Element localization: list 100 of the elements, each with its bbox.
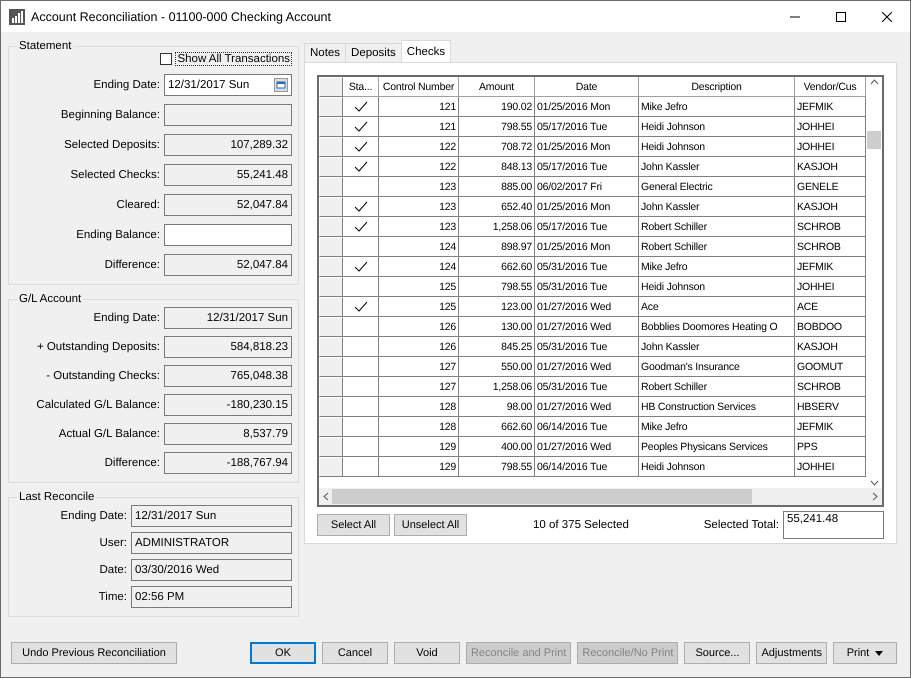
row-header[interactable] <box>319 437 343 457</box>
scroll-left-icon[interactable] <box>323 492 329 502</box>
undo-button[interactable]: Undo Previous Reconciliation <box>11 642 177 664</box>
column-header[interactable]: Description <box>639 77 795 97</box>
status-cell[interactable] <box>343 337 379 357</box>
dialog-button[interactable]: Print <box>833 642 897 664</box>
column-header[interactable]: Amount <box>459 77 535 97</box>
status-cell[interactable] <box>343 137 379 157</box>
status-cell[interactable] <box>343 157 379 177</box>
row-header[interactable] <box>319 457 343 477</box>
row-header[interactable] <box>319 97 343 117</box>
table-cell: John Kassler <box>639 157 795 177</box>
status-cell[interactable] <box>343 97 379 117</box>
table-cell: Mike Jefro <box>639 417 795 437</box>
scroll-right-icon[interactable] <box>872 492 878 502</box>
checkmark-icon <box>354 200 368 212</box>
input-field[interactable] <box>164 224 292 246</box>
row-header[interactable] <box>319 357 343 377</box>
row-header[interactable] <box>319 377 343 397</box>
calendar-icon[interactable] <box>274 78 288 92</box>
maximize-icon[interactable] <box>836 12 846 22</box>
checkbox-label[interactable]: Show All Transactions <box>175 52 292 66</box>
row-header[interactable] <box>319 217 343 237</box>
field-label: Actual G/L Balance: <box>58 428 160 440</box>
table-cell: 05/31/2016 Tue <box>535 277 639 297</box>
tab[interactable]: Checks <box>400 40 452 62</box>
status-cell[interactable] <box>343 197 379 217</box>
row-header[interactable] <box>319 157 343 177</box>
dialog-button[interactable]: OK <box>250 642 316 664</box>
status-cell[interactable] <box>343 217 379 237</box>
status-cell[interactable] <box>343 397 379 417</box>
value-field: 765,048.38 <box>164 365 292 387</box>
status-cell[interactable] <box>343 237 379 257</box>
row-header[interactable] <box>319 417 343 437</box>
column-header[interactable]: Control Number <box>379 77 459 97</box>
table-cell: 122 <box>379 137 459 157</box>
dialog-button[interactable]: Cancel <box>322 642 388 664</box>
value-field: -180,230.15 <box>164 394 292 416</box>
table-cell: 01/25/2016 Mon <box>535 197 639 217</box>
row-header[interactable] <box>319 117 343 137</box>
table-cell: Mike Jefro <box>639 257 795 277</box>
field-label: Difference: <box>104 457 160 469</box>
row-header[interactable] <box>319 257 343 277</box>
checkbox[interactable] <box>160 53 172 65</box>
table-cell: 122 <box>379 157 459 177</box>
table-cell: 06/14/2016 Tue <box>535 457 639 477</box>
close-icon[interactable] <box>882 12 892 22</box>
status-cell[interactable] <box>343 457 379 477</box>
status-cell[interactable] <box>343 357 379 377</box>
field-label: Ending Date: <box>92 312 160 324</box>
status-cell[interactable] <box>343 277 379 297</box>
horizontal-scrollbar[interactable] <box>319 488 882 506</box>
table-cell: 662.60 <box>459 417 535 437</box>
table-cell: John Kassler <box>639 197 795 217</box>
tab[interactable]: Notes <box>304 43 346 62</box>
scroll-down-icon[interactable] <box>870 480 878 486</box>
table-cell: 898.97 <box>459 237 535 257</box>
field-label: Difference: <box>104 259 160 271</box>
status-cell[interactable] <box>343 177 379 197</box>
column-header[interactable]: Date <box>535 77 639 97</box>
row-header[interactable] <box>319 277 343 297</box>
field-label: Selected Total: <box>704 519 779 532</box>
scroll-up-icon[interactable] <box>870 79 878 85</box>
table-cell: HB Construction Services <box>639 397 795 417</box>
row-header[interactable] <box>319 397 343 417</box>
select-all-button[interactable]: Select All <box>317 514 390 536</box>
table-cell: Heidi Johnson <box>639 277 795 297</box>
dialog-button[interactable]: Adjustments <box>756 642 827 664</box>
table-cell: 662.60 <box>459 257 535 277</box>
column-header[interactable]: Sta... <box>343 77 379 97</box>
value-field: 02:56 PM <box>131 586 292 608</box>
row-header[interactable] <box>319 317 343 337</box>
date-field[interactable]: 12/31/2017 Sun <box>164 74 292 96</box>
row-header[interactable] <box>319 197 343 217</box>
unselect-all-button[interactable]: Unselect All <box>394 514 467 536</box>
value-field: 52,047.84 <box>164 254 292 276</box>
scrollbar-thumb[interactable] <box>332 489 752 504</box>
vertical-scrollbar[interactable] <box>866 77 882 488</box>
status-cell[interactable] <box>343 297 379 317</box>
status-cell[interactable] <box>343 257 379 277</box>
row-header[interactable] <box>319 177 343 197</box>
scrollbar-thumb[interactable] <box>867 131 881 149</box>
status-cell[interactable] <box>343 417 379 437</box>
row-header[interactable] <box>319 297 343 317</box>
table-cell: 1,258.06 <box>459 217 535 237</box>
row-header[interactable] <box>319 337 343 357</box>
dialog-button[interactable]: Source... <box>684 642 750 664</box>
field-label: Cleared: <box>116 199 160 211</box>
table-cell: 127 <box>379 377 459 397</box>
status-cell[interactable] <box>343 317 379 337</box>
field-label: Selected Deposits: <box>63 139 160 151</box>
table-cell: 05/17/2016 Tue <box>535 117 639 137</box>
status-cell[interactable] <box>343 377 379 397</box>
status-cell[interactable] <box>343 117 379 137</box>
row-header[interactable] <box>319 237 343 257</box>
row-header[interactable] <box>319 137 343 157</box>
status-cell[interactable] <box>343 437 379 457</box>
table-cell: 98.00 <box>459 397 535 417</box>
checkmark-icon <box>354 140 368 152</box>
dialog-button[interactable]: Void <box>394 642 460 664</box>
